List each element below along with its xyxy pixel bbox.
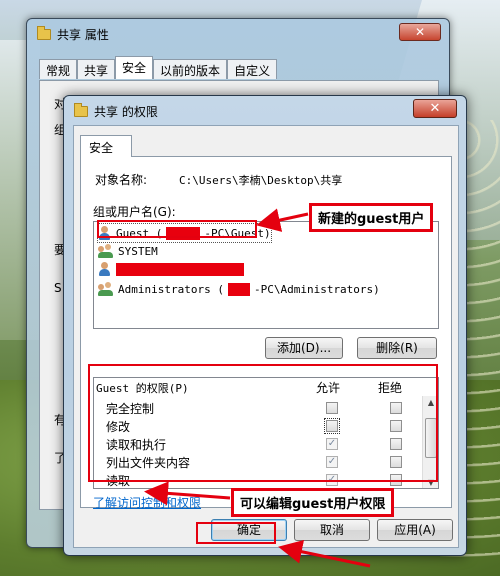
list-item-system[interactable]: SYSTEM <box>98 242 158 260</box>
properties-titlebar: 共享 属性 <box>37 25 109 43</box>
permissions-title: 共享 的权限 <box>94 104 158 119</box>
redaction-mark <box>116 262 244 276</box>
properties-title: 共享 属性 <box>57 27 109 42</box>
user-name: SYSTEM <box>118 244 158 258</box>
remove-button[interactable]: 删除(R) <box>357 337 437 359</box>
annotation-new-guest: 新建的guest用户 <box>309 203 434 232</box>
object-name-label: 对象名称: <box>95 173 148 187</box>
tab-security[interactable]: 安全 <box>80 135 132 157</box>
user-icon <box>98 262 112 276</box>
folder-icon <box>74 102 88 117</box>
guest-highlight-box <box>97 220 257 238</box>
annotation-edit-permissions: 可以编辑guest用户权限 <box>231 488 395 517</box>
user-name: Administrators ( <box>118 282 224 296</box>
properties-partial-label: S <box>54 281 62 295</box>
list-item-administrators[interactable]: Administrators ( -PC\Administrators) <box>98 280 380 298</box>
permissions-client: 安全 对象名称: C:\Users\李楠\Desktop\共享 组或用户名(G)… <box>73 125 459 548</box>
add-button[interactable]: 添加(D)... <box>265 337 343 359</box>
properties-tabs: 常规 共享 安全 以前的版本 自定义 <box>39 56 278 79</box>
tab-sharing[interactable]: 共享 <box>77 59 116 79</box>
permissions-dialog: 共享 的权限 ✕ 安全 对象名称: C:\Users\李楠\Desktop\共享… <box>63 95 467 556</box>
list-item-redacted-user[interactable] <box>98 260 244 278</box>
tab-general[interactable]: 常规 <box>39 59 78 79</box>
tab-customize[interactable]: 自定义 <box>227 59 278 79</box>
cancel-button[interactable]: 取消 <box>294 519 370 541</box>
object-path: C:\Users\李楠\Desktop\共享 <box>179 174 343 187</box>
group-icon <box>98 244 114 258</box>
permissions-close-button[interactable]: ✕ <box>413 99 457 118</box>
permissions-titlebar: 共享 的权限 <box>74 102 158 120</box>
help-link[interactable]: 了解访问控制和权限 <box>93 494 201 511</box>
group-icon <box>98 282 114 296</box>
permissions-highlight-box <box>88 364 438 482</box>
redaction-mark <box>227 282 250 296</box>
folder-icon <box>37 25 51 40</box>
apply-button[interactable]: 应用(A) <box>377 519 453 541</box>
tab-security[interactable]: 安全 <box>115 56 154 79</box>
properties-close-button[interactable]: ✕ <box>399 23 441 41</box>
tab-previous-versions[interactable]: 以前的版本 <box>153 59 228 79</box>
groups-label: 组或用户名(G): <box>93 205 176 219</box>
user-domain: -PC\Administrators) <box>253 282 380 296</box>
ok-highlight-box <box>196 522 276 544</box>
